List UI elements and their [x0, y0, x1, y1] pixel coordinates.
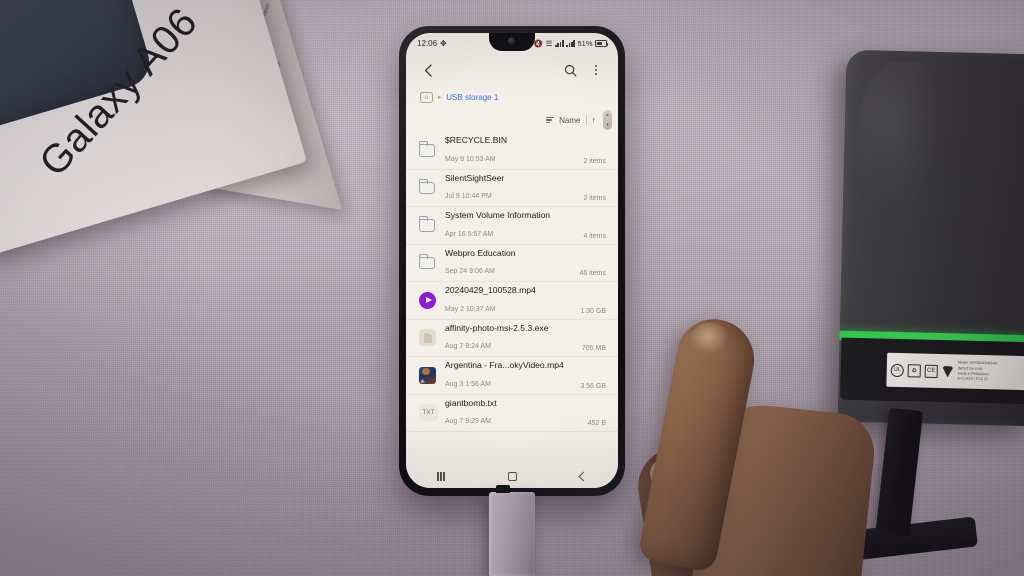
file-date: Sep 24 9:06 AM	[445, 268, 495, 275]
signal-bars-icon	[554, 40, 564, 47]
file-date: May 2 10:37 AM	[445, 305, 496, 313]
list-item[interactable]: SilentSightSeer Jul 9 10:44 PM 2 items	[406, 170, 618, 207]
search-icon[interactable]	[560, 60, 580, 80]
more-options-icon[interactable]	[586, 60, 606, 80]
wifi-icon: ☰	[545, 38, 553, 48]
breadcrumb-separator: ▸	[438, 94, 442, 101]
file-meta: 3.56 GB	[580, 382, 606, 390]
file-meta: 2 items	[583, 157, 606, 165]
file-name: giantbomb.txt	[445, 397, 497, 408]
file-name: Argentina - Fra...okyVideo.mp4	[445, 360, 564, 370]
scroll-down-icon: ▾	[606, 122, 609, 128]
generic-file-icon	[419, 329, 445, 347]
list-item[interactable]: TXT giantbomb.txt Aug 7 9:29 AM 452 B	[406, 395, 618, 432]
breadcrumb: ⌂ ▸ USB storage 1	[406, 86, 618, 108]
back-icon[interactable]	[578, 471, 588, 482]
sort-direction-icon[interactable]: ↑	[592, 115, 597, 125]
usb-otg-adapter	[489, 485, 535, 576]
phone-screen: 12:06 ✥ 🔇 ☰ 51% ⌂ ▸ USB storage 1 Name ↑…	[406, 33, 618, 488]
battery-percent: 51%	[577, 39, 593, 48]
file-name: affinity-photo-msi-2.5.3.exe	[445, 322, 549, 333]
recents-icon[interactable]	[437, 472, 445, 481]
file-meta: 1.30 GB	[580, 307, 606, 315]
warning-triangle-icon	[942, 365, 954, 377]
file-meta: 452 B	[587, 420, 606, 427]
divider	[585, 115, 587, 125]
file-date: Aug 3 1:56 AM	[445, 380, 491, 388]
location-icon: ✥	[440, 38, 447, 48]
list-item[interactable]: System Volume Information Apr 16 5:57 AM…	[406, 207, 618, 245]
file-meta: 705 MB	[581, 345, 606, 352]
android-nav-bar	[406, 465, 618, 488]
list-item[interactable]: affinity-photo-msi-2.5.3.exe Aug 7 9:24 …	[406, 320, 618, 357]
app-bar	[406, 54, 618, 86]
hdd-highlight	[852, 61, 966, 287]
mute-icon: 🔇	[533, 38, 544, 48]
txt-file-icon: TXT	[419, 404, 445, 422]
back-arrow-icon[interactable]	[418, 60, 438, 80]
sort-row: Name ↑ ▴ ▾	[406, 108, 618, 132]
video-play-icon	[419, 291, 445, 309]
folder-icon	[418, 141, 445, 157]
home-folder-icon[interactable]: ⌂	[420, 91, 433, 103]
front-camera	[507, 37, 517, 46]
scene: Model: SM-A065F/DS Color: Black IMEI: 35…	[0, 0, 1024, 576]
list-item[interactable]: Argentina - Fra...okyVideo.mp4 Aug 3 1:5…	[406, 357, 618, 395]
file-date: Aug 7 9:29 AM	[445, 418, 491, 425]
list-item[interactable]: 20240429_100528.mp4 May 2 10:37 AM 1.30 …	[406, 282, 618, 320]
folder-icon	[418, 216, 445, 232]
folder-icon	[418, 179, 445, 194]
file-name: SilentSightSeer	[445, 172, 505, 183]
folder-icon	[418, 254, 445, 269]
file-date: Apr 16 5:57 AM	[445, 230, 494, 238]
file-meta: 4 items	[583, 232, 606, 240]
hand	[608, 312, 928, 576]
battery-icon	[595, 40, 609, 47]
file-name: 20240429_100528.mp4	[445, 285, 536, 295]
hdd-label-text: Model: HDTB420XK3AA INPUT 5V 0.9A Made i…	[957, 360, 998, 382]
galaxy-a06-phone: 12:06 ✥ 🔇 ☰ 51% ⌂ ▸ USB storage 1 Name ↑…	[399, 26, 625, 496]
scroll-up-icon: ▴	[606, 112, 609, 118]
status-time: 12:06	[417, 39, 438, 48]
list-item[interactable]: Webpro Education Sep 24 9:06 AM 46 items	[406, 245, 618, 282]
file-name: System Volume Information	[445, 210, 551, 220]
file-name: Webpro Education	[445, 247, 516, 258]
video-thumbnail-icon	[419, 366, 445, 384]
file-meta: 46 items	[579, 270, 606, 277]
breadcrumb-current[interactable]: USB storage 1	[446, 93, 498, 102]
file-list[interactable]: $RECYCLE.BIN May 9 10:53 AM 2 items Sile…	[406, 132, 618, 465]
file-date: Aug 7 9:24 AM	[445, 343, 491, 350]
file-name: $RECYCLE.BIN	[445, 135, 508, 145]
file-meta: 2 items	[583, 195, 606, 202]
scrollbar-handle[interactable]: ▴ ▾	[603, 110, 612, 130]
sort-lines-icon[interactable]	[546, 117, 555, 123]
file-date: Jul 9 10:44 PM	[445, 193, 492, 200]
list-item[interactable]: $RECYCLE.BIN May 9 10:53 AM 2 items	[406, 132, 618, 170]
home-icon[interactable]	[507, 472, 517, 481]
sort-label[interactable]: Name	[559, 116, 580, 125]
signal-bars-icon	[566, 40, 575, 47]
file-date: May 9 10:53 AM	[445, 155, 496, 163]
